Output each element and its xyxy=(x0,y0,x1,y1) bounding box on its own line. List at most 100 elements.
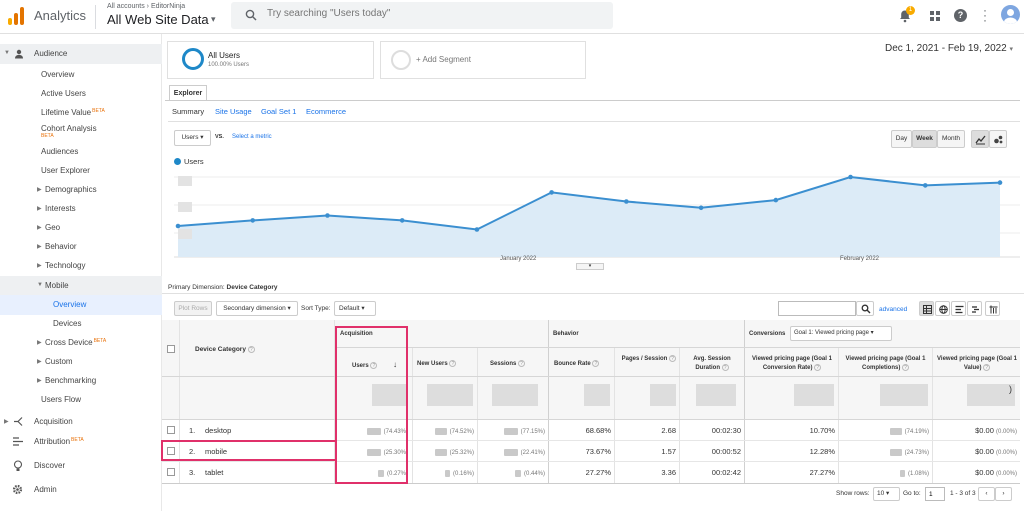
table-search-input[interactable] xyxy=(778,301,856,316)
rows-per-page-select[interactable]: 10 ▾ xyxy=(873,487,900,501)
chevron-down-icon[interactable]: ▾ xyxy=(211,14,216,25)
add-segment-button[interactable]: + Add Segment xyxy=(380,41,586,79)
blurred-value xyxy=(889,448,902,456)
analytics-logo-icon[interactable] xyxy=(8,7,24,25)
segment-all-users[interactable]: All Users 100.00% Users xyxy=(167,41,374,79)
users-data-point[interactable] xyxy=(698,205,704,211)
view-performance-button[interactable] xyxy=(951,301,966,316)
users-data-point[interactable] xyxy=(773,197,779,203)
sidebar-item-label: Cross Device xyxy=(45,338,93,347)
column-header-new-users[interactable]: New Users xyxy=(417,361,448,367)
help-icon[interactable]: ? xyxy=(518,360,526,367)
table-search-button[interactable] xyxy=(856,301,874,316)
tab-explorer[interactable]: Explorer xyxy=(169,85,207,101)
app-name: Analytics xyxy=(34,8,87,23)
page-range: 1 - 3 of 3 xyxy=(950,490,976,497)
users-data-point[interactable] xyxy=(624,199,629,204)
subtab-site-usage[interactable]: Site Usage xyxy=(215,107,252,116)
blurred-total xyxy=(794,384,834,406)
period-day-button[interactable]: Day xyxy=(891,130,912,148)
row-index: 3. xyxy=(189,468,196,477)
view-comparison-button[interactable] xyxy=(967,301,982,316)
subtab-ecommerce[interactable]: Ecommerce xyxy=(306,107,346,116)
help-icon[interactable]: ? xyxy=(954,9,967,22)
help-icon[interactable]: ? xyxy=(902,364,909,371)
goto-page-input[interactable] xyxy=(925,487,945,501)
chart-resize-handle[interactable]: ▾ xyxy=(576,263,604,270)
blurred-value xyxy=(514,469,521,477)
primary-dimension-value[interactable]: Device Category xyxy=(227,284,278,291)
percent-label: (24.73%) xyxy=(904,450,929,456)
date-range-picker[interactable]: Dec 1, 2021 - Feb 19, 2022 ▾ xyxy=(885,43,1013,54)
row-checkbox[interactable] xyxy=(167,426,175,434)
column-header-pages-session[interactable]: Pages / Session xyxy=(622,356,668,362)
sidebar-item-label: Overview xyxy=(53,300,87,309)
beta-badge: BETA xyxy=(71,437,84,443)
device-category-link[interactable]: desktop xyxy=(205,426,231,435)
row-checkbox[interactable] xyxy=(167,468,175,476)
users-data-point[interactable] xyxy=(175,223,181,229)
next-page-button[interactable]: › xyxy=(995,487,1012,501)
column-header-device-category[interactable]: Device Category xyxy=(195,346,246,353)
advanced-filter-link[interactable]: advanced xyxy=(879,306,907,313)
device-category-link[interactable]: tablet xyxy=(205,468,223,477)
sidebar-section-audience[interactable]: ▼ Audience xyxy=(0,44,162,64)
column-header-sessions[interactable]: Sessions xyxy=(490,361,516,367)
view-table-button[interactable] xyxy=(919,301,934,316)
table-row[interactable]: 1. desktop (74.43%) (74.52%) (77.15%) 68.68% 2… xyxy=(162,420,1020,441)
sidebar-item-mobile-overview[interactable]: Overview xyxy=(0,295,162,315)
users-data-point[interactable] xyxy=(325,213,330,218)
period-month-button[interactable]: Month xyxy=(937,130,965,148)
prev-page-button[interactable]: ‹ xyxy=(978,487,995,501)
search-input[interactable] xyxy=(267,8,597,19)
conversion-rate-value: 12.28% xyxy=(809,447,835,456)
view-selector[interactable]: All Web Site Data xyxy=(107,12,209,27)
help-icon[interactable]: ? xyxy=(669,355,676,362)
users-data-point[interactable] xyxy=(399,218,405,223)
users-data-point[interactable] xyxy=(474,227,480,232)
help-icon[interactable]: ? xyxy=(247,345,255,353)
help-icon[interactable]: ? xyxy=(592,360,600,367)
subtab-summary[interactable]: Summary xyxy=(172,107,204,116)
help-icon[interactable]: ? xyxy=(449,360,457,367)
goal-value: $0.00 xyxy=(975,447,994,456)
sidebar-item-mobile[interactable]: ▼ Mobile xyxy=(0,276,162,296)
globe-icon xyxy=(939,305,948,314)
column-header-bounce-rate[interactable]: Bounce Rate xyxy=(554,361,591,367)
line-chart-toggle[interactable] xyxy=(971,130,989,148)
more-vert-icon[interactable]: · · · xyxy=(983,4,987,26)
column-header-goal-completions[interactable]: Viewed pricing page (Goal 1 Completions) xyxy=(846,356,926,371)
new-users-cell: (74.52%) xyxy=(414,420,474,443)
users-data-point[interactable] xyxy=(848,174,853,180)
goal-select[interactable]: Goal 1: Viewed pricing page ▾ xyxy=(790,326,892,341)
users-line-chart[interactable] xyxy=(174,167,1020,267)
blurred-value xyxy=(889,427,902,435)
duration-value: 00:02:30 xyxy=(711,426,741,435)
motion-chart-toggle[interactable] xyxy=(989,130,1007,148)
view-pie-button[interactable] xyxy=(935,301,950,316)
plot-rows-button[interactable]: Plot Rows xyxy=(174,301,212,316)
users-data-point[interactable] xyxy=(250,218,256,223)
users-data-point[interactable] xyxy=(549,190,554,195)
sort-type-select[interactable]: Default ▾ xyxy=(334,301,376,316)
users-data-point[interactable] xyxy=(997,180,1003,185)
help-icon[interactable]: ? xyxy=(983,364,991,371)
search-box[interactable] xyxy=(231,2,613,29)
users-data-point[interactable] xyxy=(922,183,928,188)
avatar[interactable] xyxy=(1001,5,1020,24)
column-header-goal-value[interactable]: Viewed pricing page (Goal 1 Value) xyxy=(937,356,1017,371)
subtab-goal-set-1[interactable]: Goal Set 1 xyxy=(261,107,296,116)
sort-type-value: Default xyxy=(339,305,360,312)
device-category-cell: desktop xyxy=(205,420,325,441)
period-week-button[interactable]: Week xyxy=(912,130,937,148)
metric-select[interactable]: Users ▾ xyxy=(174,130,211,146)
select-all-checkbox[interactable] xyxy=(167,345,175,353)
table-row[interactable]: 3. tablet (0.27%) (0.16%) (0.44%) 27.27% 3.36 0… xyxy=(162,462,1020,483)
select-metric-link[interactable]: Select a metric xyxy=(232,134,272,140)
breadcrumb[interactable]: All accounts › EditorNinja xyxy=(107,3,185,10)
help-icon[interactable]: ? xyxy=(721,364,729,371)
secondary-dimension-select[interactable]: Secondary dimension ▾ xyxy=(216,301,298,316)
help-icon[interactable]: ? xyxy=(814,364,822,371)
apps-grid-icon[interactable] xyxy=(928,9,942,23)
view-pivot-button[interactable] xyxy=(985,301,1000,316)
